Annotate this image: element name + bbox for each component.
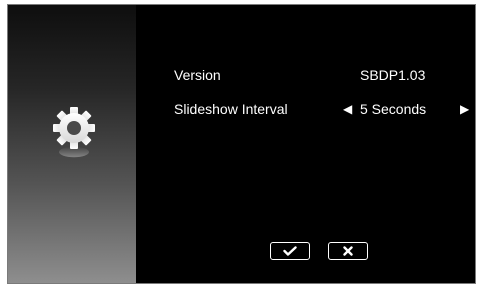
version-value: SBDP1.03 xyxy=(360,67,426,83)
settings-panel: Version SBDP1.03 Slideshow Interval ◀ 5 … xyxy=(8,5,475,283)
slideshow-interval-value: 5 Seconds xyxy=(360,101,427,117)
x-icon xyxy=(343,246,353,256)
confirm-button[interactable] xyxy=(270,242,310,260)
left-arrow-icon[interactable]: ◀ xyxy=(343,99,352,119)
slideshow-interval-label: Slideshow Interval xyxy=(174,101,288,117)
version-row: Version SBDP1.03 xyxy=(174,65,475,85)
slideshow-interval-row[interactable]: Slideshow Interval ◀ 5 Seconds ▶ xyxy=(174,99,475,119)
checkmark-icon xyxy=(283,246,297,256)
osd-screen: Version SBDP1.03 Slideshow Interval ◀ 5 … xyxy=(7,4,476,284)
right-arrow-icon[interactable]: ▶ xyxy=(460,99,469,119)
version-label: Version xyxy=(174,67,221,83)
cancel-button[interactable] xyxy=(328,242,368,260)
